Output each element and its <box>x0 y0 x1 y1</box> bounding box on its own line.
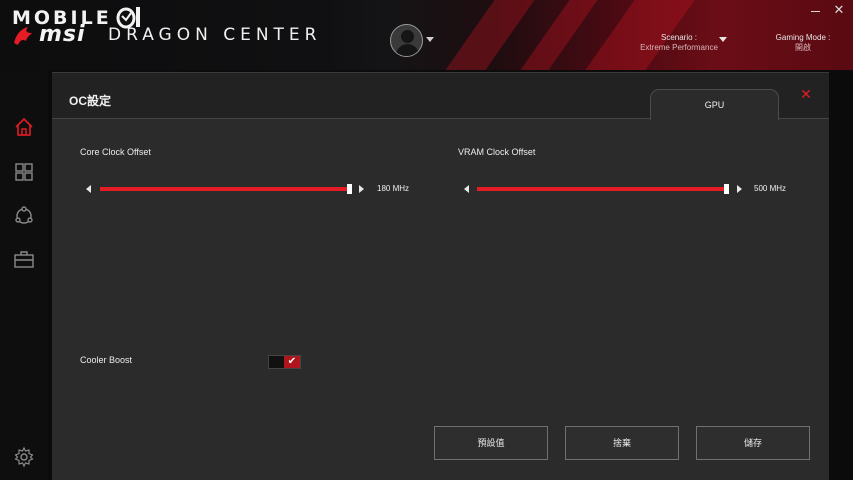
vram-increase-arrow-icon[interactable] <box>737 185 742 193</box>
dialog-close-button[interactable]: ✕ <box>799 87 813 101</box>
oc-settings-dialog: OC設定 GPU ✕ Core Clock Offset 180 MHz VRA… <box>52 72 829 480</box>
toolbox-icon[interactable] <box>13 249 35 271</box>
avatar-body <box>396 44 419 56</box>
vram-clock-value: 500 MHz <box>754 184 787 193</box>
gaming-mode-status: Gaming Mode : 開啟 <box>770 33 836 53</box>
cooler-boost-toggle[interactable]: ✔ <box>268 355 301 369</box>
gaming-mode-label: Gaming Mode : <box>775 33 831 42</box>
user-avatar[interactable] <box>390 24 423 57</box>
window-close-button[interactable]: ✕ <box>832 3 846 17</box>
sidebar <box>0 70 48 480</box>
checkmark-icon: ✔ <box>284 356 300 368</box>
discard-button[interactable]: 捨棄 <box>565 426 679 460</box>
dialog-header: OC設定 GPU ✕ <box>52 73 829 120</box>
tab-gpu[interactable]: GPU <box>650 89 779 120</box>
scenario-selector[interactable]: Scenario : Extreme Performance <box>628 33 730 53</box>
gear-icon[interactable] <box>13 446 35 468</box>
core-clock-value: 180 MHz <box>377 184 410 193</box>
save-button[interactable]: 儲存 <box>696 426 810 460</box>
minimize-button[interactable] <box>809 4 823 18</box>
core-clock-slider-thumb[interactable] <box>347 184 352 194</box>
vram-clock-slider-thumb[interactable] <box>724 184 729 194</box>
dialog-title: OC設定 <box>69 94 112 108</box>
header-stripe <box>445 0 535 70</box>
brand-dragon-center-text: DRAGON CENTER <box>108 25 322 45</box>
header-stripe <box>520 0 598 70</box>
core-increase-arrow-icon[interactable] <box>359 185 364 193</box>
vram-decrease-arrow-icon[interactable] <box>464 185 469 193</box>
brand-msi-text: msi <box>39 22 86 47</box>
app-header: MOBILE msi DRAGON CENTER Scenario : Extr… <box>0 0 853 70</box>
dragon-logo <box>14 27 32 45</box>
home-icon[interactable] <box>13 116 35 138</box>
scenario-label: Scenario : <box>660 33 698 42</box>
avatar-head <box>401 30 414 43</box>
chevron-down-icon[interactable] <box>426 37 434 42</box>
default-button[interactable]: 預設值 <box>434 426 548 460</box>
cooler-boost-label: Cooler Boost <box>80 355 133 365</box>
chevron-down-icon[interactable] <box>719 37 727 42</box>
gaming-mode-value: 開啟 <box>795 43 811 52</box>
core-clock-slider[interactable] <box>100 187 350 191</box>
vram-clock-label: VRAM Clock Offset <box>458 147 536 157</box>
vram-clock-slider[interactable] <box>477 187 727 191</box>
network-icon[interactable] <box>13 205 35 227</box>
scenario-value: Extreme Performance <box>640 43 718 52</box>
core-decrease-arrow-icon[interactable] <box>86 185 91 193</box>
core-clock-label: Core Clock Offset <box>80 147 151 157</box>
grid-icon[interactable] <box>13 161 35 183</box>
